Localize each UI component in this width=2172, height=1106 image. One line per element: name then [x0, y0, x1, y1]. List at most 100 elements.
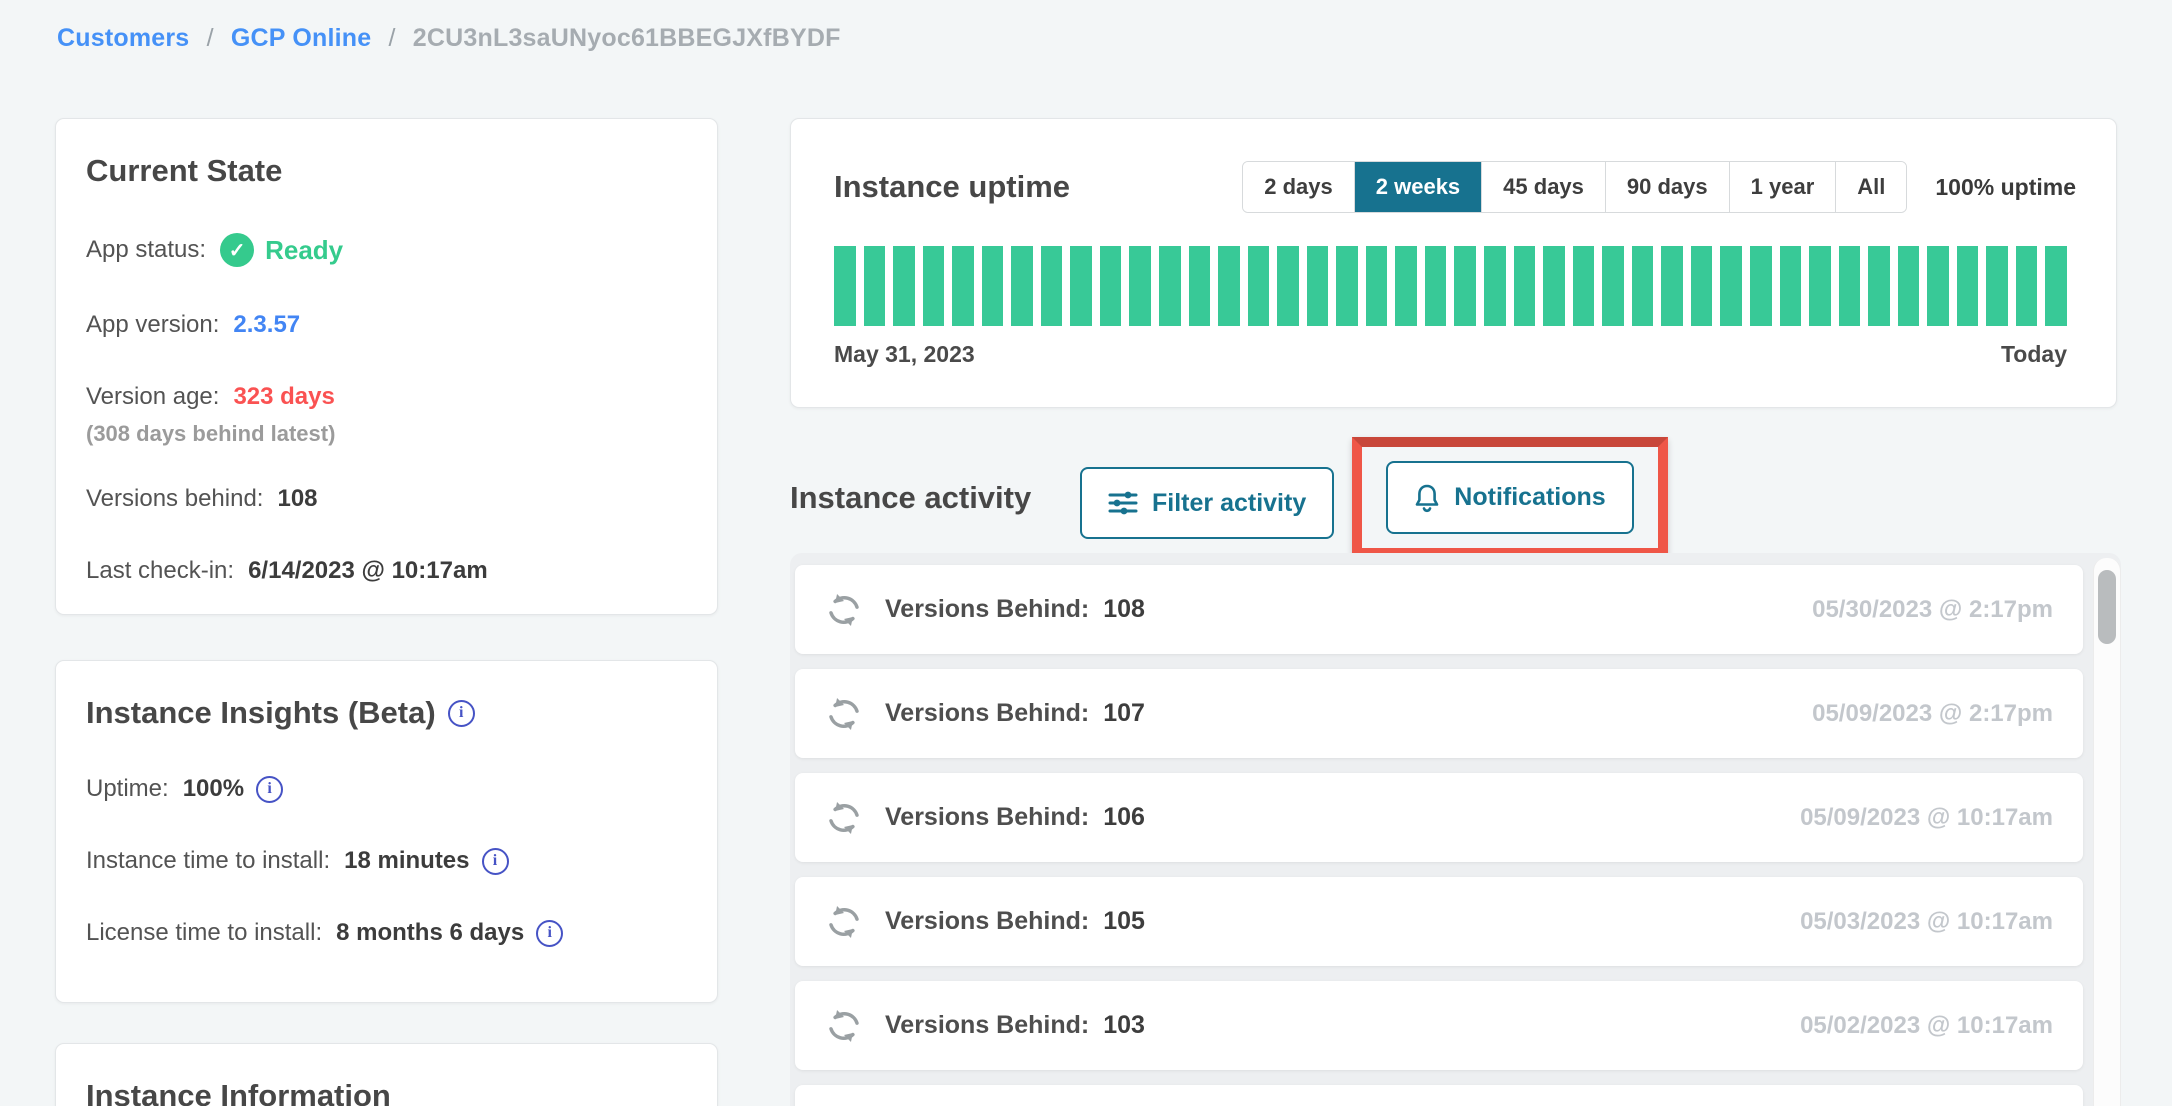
activity-row-label: Versions Behind:	[885, 803, 1089, 832]
uptime-bar	[1189, 246, 1211, 326]
uptime-bar	[1957, 246, 1979, 326]
uptime-range-tab-90-days[interactable]: 90 days	[1605, 162, 1729, 212]
uptime-bar	[1011, 246, 1033, 326]
breadcrumb-current-instance-id: 2CU3nL3saUNyoc61BBEGJXfBYDF	[413, 24, 841, 52]
scrollbar-track[interactable]	[2093, 558, 2121, 1106]
check-circle-icon: ✓	[220, 233, 254, 267]
info-icon[interactable]: i	[482, 848, 509, 875]
filter-activity-label: Filter activity	[1152, 489, 1306, 518]
uptime-bar	[1159, 246, 1181, 326]
app-version-value: 2.3.57	[233, 311, 300, 339]
uptime-bar	[2045, 246, 2067, 326]
uptime-axis-labels: May 31, 2023 Today	[834, 341, 2067, 368]
versions-behind-value: 108	[277, 485, 317, 513]
uptime-bar	[1720, 246, 1742, 326]
activity-rows-container: Versions Behind:10805/30/2023 @ 2:17pm Ve…	[790, 565, 2121, 1106]
activity-row-timestamp: 05/02/2023 @ 10:17am	[1800, 1012, 2053, 1040]
uptime-bar	[1898, 246, 1920, 326]
activity-row-value: 105	[1103, 907, 1145, 936]
uptime-row: Uptime: 100% i	[86, 775, 687, 803]
info-icon[interactable]: i	[256, 776, 283, 803]
app-status-value: Ready	[265, 235, 343, 266]
instance-activity-list[interactable]: Versions Behind:10805/30/2023 @ 2:17pm Ve…	[790, 553, 2121, 1106]
app-status-row: App status: ✓ Ready	[86, 233, 687, 267]
filter-activity-button[interactable]: Filter activity	[1080, 467, 1334, 539]
activity-row: Versions Behind:10805/30/2023 @ 2:17pm	[795, 565, 2083, 654]
uptime-bar	[1809, 246, 1831, 326]
last-checkin-value: 6/14/2023 @ 10:17am	[248, 557, 488, 585]
uptime-start-date-label: May 31, 2023	[834, 341, 975, 368]
uptime-bar	[834, 246, 856, 326]
instance-time-to-install-row: Instance time to install: 18 minutes i	[86, 847, 687, 875]
uptime-range-tab-45-days[interactable]: 45 days	[1481, 162, 1605, 212]
activity-row: Versions Behind:10505/03/2023 @ 10:17am	[795, 877, 2083, 966]
breadcrumb: Customers / GCP Online / 2CU3nL3saUNyoc6…	[57, 24, 841, 53]
uptime-bar	[893, 246, 915, 326]
last-checkin-label: Last check-in:	[86, 557, 234, 585]
activity-row-value: 103	[1103, 1011, 1145, 1040]
current-state-card: Current State App status: ✓ Ready App ve…	[55, 118, 718, 615]
uptime-bar	[1336, 246, 1358, 326]
breadcrumb-separator: /	[207, 24, 214, 52]
instance-activity-title: Instance activity	[790, 480, 1031, 516]
activity-row-timestamp: 05/03/2023 @ 10:17am	[1800, 908, 2053, 936]
uptime-bar	[1661, 246, 1683, 326]
sync-icon	[825, 591, 863, 629]
uptime-bar	[1543, 246, 1565, 326]
notifications-button[interactable]: Notifications	[1386, 461, 1633, 534]
activity-row: Versions Behind: 107 05/09/2023 @ 2:17pm	[795, 669, 2083, 758]
uptime-range-tab-1-year[interactable]: 1 year	[1729, 162, 1836, 212]
instance-uptime-title: Instance uptime	[834, 169, 1070, 205]
uptime-end-date-label: Today	[2001, 341, 2067, 368]
filter-sliders-icon	[1108, 490, 1138, 516]
uptime-bar	[1307, 246, 1329, 326]
uptime-bar	[1129, 246, 1151, 326]
breadcrumb-link-gcp-online[interactable]: GCP Online	[231, 24, 371, 52]
uptime-range-tab-2-days[interactable]: 2 days	[1243, 162, 1354, 212]
uptime-bar	[1927, 246, 1949, 326]
uptime-range-tab-all[interactable]: All	[1835, 162, 1906, 212]
uptime-bar	[1632, 246, 1654, 326]
uptime-bar	[1750, 246, 1772, 326]
license-time-to-install-row: License time to install: 8 months 6 days…	[86, 919, 687, 947]
uptime-bar	[1041, 246, 1063, 326]
version-age-note: (308 days behind latest)	[86, 421, 687, 447]
activity-row-timestamp: 05/09/2023 @ 2:17pm	[1812, 700, 2053, 728]
instance-information-title: Instance Information	[86, 1078, 687, 1106]
uptime-bar	[1070, 246, 1092, 326]
activity-row	[795, 1085, 2083, 1106]
uptime-bar	[1395, 246, 1417, 326]
uptime-bar	[1425, 246, 1447, 326]
app-version-label: App version:	[86, 311, 219, 339]
sync-icon	[825, 695, 863, 733]
versions-behind-row: Versions behind: 108	[86, 485, 687, 513]
app-version-row: App version: 2.3.57	[86, 311, 687, 339]
activity-row-value: 106	[1103, 803, 1145, 832]
versions-behind-label: Versions behind:	[86, 485, 263, 513]
instance-uptime-card: Instance uptime 2 days2 weeks45 days90 d…	[790, 118, 2117, 408]
instance-information-card: Instance Information	[55, 1043, 718, 1106]
sync-icon	[825, 1007, 863, 1045]
uptime-bar	[1839, 246, 1861, 326]
instance-insights-title: Instance Insights (Beta)	[86, 695, 436, 731]
uptime-label: Uptime:	[86, 775, 169, 803]
info-icon[interactable]: i	[536, 920, 563, 947]
activity-row-value: 108	[1103, 595, 1145, 624]
uptime-range-tab-2-weeks[interactable]: 2 weeks	[1354, 162, 1481, 212]
instance-time-to-install-value: 18 minutes	[344, 847, 469, 875]
activity-row-timestamp: 05/09/2023 @ 10:17am	[1800, 804, 2053, 832]
uptime-value: 100%	[183, 775, 244, 803]
activity-row-label: Versions Behind:	[885, 699, 1089, 728]
activity-row: Versions Behind: 106 05/09/2023 @ 10:17am	[795, 773, 2083, 862]
uptime-range-tab-group: 2 days2 weeks45 days90 days1 yearAll	[1242, 161, 1907, 213]
app-status-label: App status:	[86, 236, 206, 264]
breadcrumb-link-customers[interactable]: Customers	[57, 24, 189, 52]
breadcrumb-separator: /	[388, 24, 395, 52]
uptime-bar	[1366, 246, 1388, 326]
info-icon[interactable]: i	[448, 700, 475, 727]
license-time-to-install-label: License time to install:	[86, 919, 322, 947]
sync-icon	[825, 799, 863, 837]
bell-icon	[1414, 483, 1440, 513]
activity-row-value: 107	[1103, 699, 1145, 728]
scrollbar-thumb[interactable]	[2098, 570, 2116, 644]
